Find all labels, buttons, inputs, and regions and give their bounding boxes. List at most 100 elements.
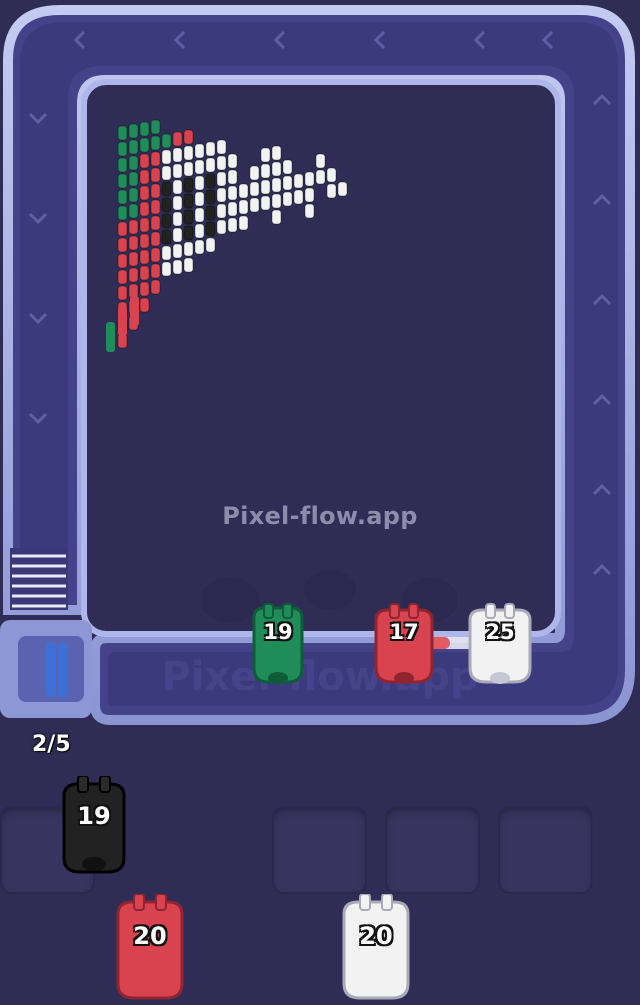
holding-slot[interactable] — [272, 806, 367, 894]
pig-count: 25 — [485, 620, 515, 644]
pixel-block — [172, 227, 183, 243]
pixel-block — [271, 193, 282, 209]
pixel-block — [172, 243, 183, 259]
pixel-block — [227, 201, 238, 217]
pixel-block — [260, 147, 271, 163]
pixel-block — [117, 189, 128, 205]
pixel-block — [205, 173, 216, 189]
pixel-block — [117, 285, 128, 301]
pixel-block — [117, 173, 128, 189]
pixel-block — [150, 263, 161, 279]
pixel-block — [117, 157, 128, 173]
pixel-block — [205, 157, 216, 173]
pixel-block — [128, 235, 139, 251]
pixel-block — [161, 197, 172, 213]
pixel-block — [216, 155, 227, 171]
pixel-block — [139, 169, 150, 185]
pixel-block — [260, 163, 271, 179]
pixel-block — [150, 135, 161, 151]
pixel-block — [216, 139, 227, 155]
pixel-block — [150, 215, 161, 231]
pixel-block — [271, 177, 282, 193]
pixel-block — [282, 175, 293, 191]
pixel-block — [205, 141, 216, 157]
pixel-block — [117, 205, 128, 221]
pixel-block — [304, 203, 315, 219]
pixel-block — [238, 183, 249, 199]
pixel-block — [139, 297, 150, 313]
pixel-block — [183, 225, 194, 241]
holding-slot[interactable] — [498, 806, 593, 894]
pixel-block — [172, 147, 183, 163]
pixel-block — [150, 119, 161, 135]
pixel-block — [172, 131, 183, 147]
pixel-block — [128, 155, 139, 171]
pixel-block — [293, 173, 304, 189]
pixel-block — [130, 296, 139, 326]
pixel-block — [183, 129, 194, 145]
pixel-block — [227, 217, 238, 233]
pixel-block — [326, 167, 337, 183]
pixel-block — [161, 261, 172, 277]
pixel-block — [161, 245, 172, 261]
pixel-block — [139, 217, 150, 233]
pixel-block — [194, 159, 205, 175]
pixel-block — [172, 211, 183, 227]
pixel-block — [194, 223, 205, 239]
pixel-block — [282, 191, 293, 207]
pixel-block — [150, 151, 161, 167]
pixel-block — [205, 221, 216, 237]
pixel-block — [172, 259, 183, 275]
pixel-block — [139, 201, 150, 217]
pixel-block — [117, 125, 128, 141]
launcher-disc — [46, 642, 56, 698]
queue-pig-white[interactable]: 20 — [338, 893, 414, 1000]
conveyor-pig-red[interactable]: 17 — [366, 602, 442, 688]
pixel-block — [161, 229, 172, 245]
pixel-block — [161, 213, 172, 229]
pixel-block — [216, 203, 227, 219]
pixel-block — [315, 153, 326, 169]
pixel-block — [117, 141, 128, 157]
pixel-block — [128, 139, 139, 155]
conveyor-pig-green[interactable]: 19 — [240, 602, 316, 688]
pig-count: 19 — [263, 620, 293, 644]
pixel-block — [161, 133, 172, 149]
pixel-block — [128, 187, 139, 203]
holding-slot[interactable] — [385, 806, 480, 894]
pixel-block — [183, 177, 194, 193]
pixel-block — [128, 251, 139, 267]
pig-count: 20 — [359, 922, 393, 950]
pixel-block — [337, 181, 348, 197]
pixel-block — [139, 233, 150, 249]
pixel-block — [326, 183, 337, 199]
game-board: Pixel-flow.app Pixel-flow.app 2/5 19 17 — [0, 0, 640, 1000]
pixel-block — [183, 257, 194, 273]
pixel-block — [128, 267, 139, 283]
pixel-block — [183, 193, 194, 209]
pixel-block — [238, 215, 249, 231]
capacity-counter: 2/5 — [32, 732, 71, 757]
queue-pig-red[interactable]: 20 — [112, 893, 188, 1000]
pixel-block — [139, 121, 150, 137]
pixel-block — [183, 161, 194, 177]
pixel-block — [128, 219, 139, 235]
pixel-block — [194, 239, 205, 255]
queue-pig-black[interactable]: 19 — [56, 775, 132, 874]
pixel-block — [128, 203, 139, 219]
pixel-block — [161, 149, 172, 165]
pixel-block — [172, 195, 183, 211]
pixel-block — [106, 322, 115, 352]
pixel-block — [227, 185, 238, 201]
pixel-block — [194, 143, 205, 159]
pig-icon — [252, 603, 304, 684]
pixel-block — [139, 137, 150, 153]
conveyor-pig-white[interactable]: 25 — [462, 602, 538, 688]
pixel-block — [194, 175, 205, 191]
pixel-block — [271, 209, 282, 225]
pixel-block — [304, 187, 315, 203]
pixel-block — [128, 171, 139, 187]
pixel-block — [161, 165, 172, 181]
pixel-block — [139, 249, 150, 265]
launcher-disc — [58, 642, 68, 698]
